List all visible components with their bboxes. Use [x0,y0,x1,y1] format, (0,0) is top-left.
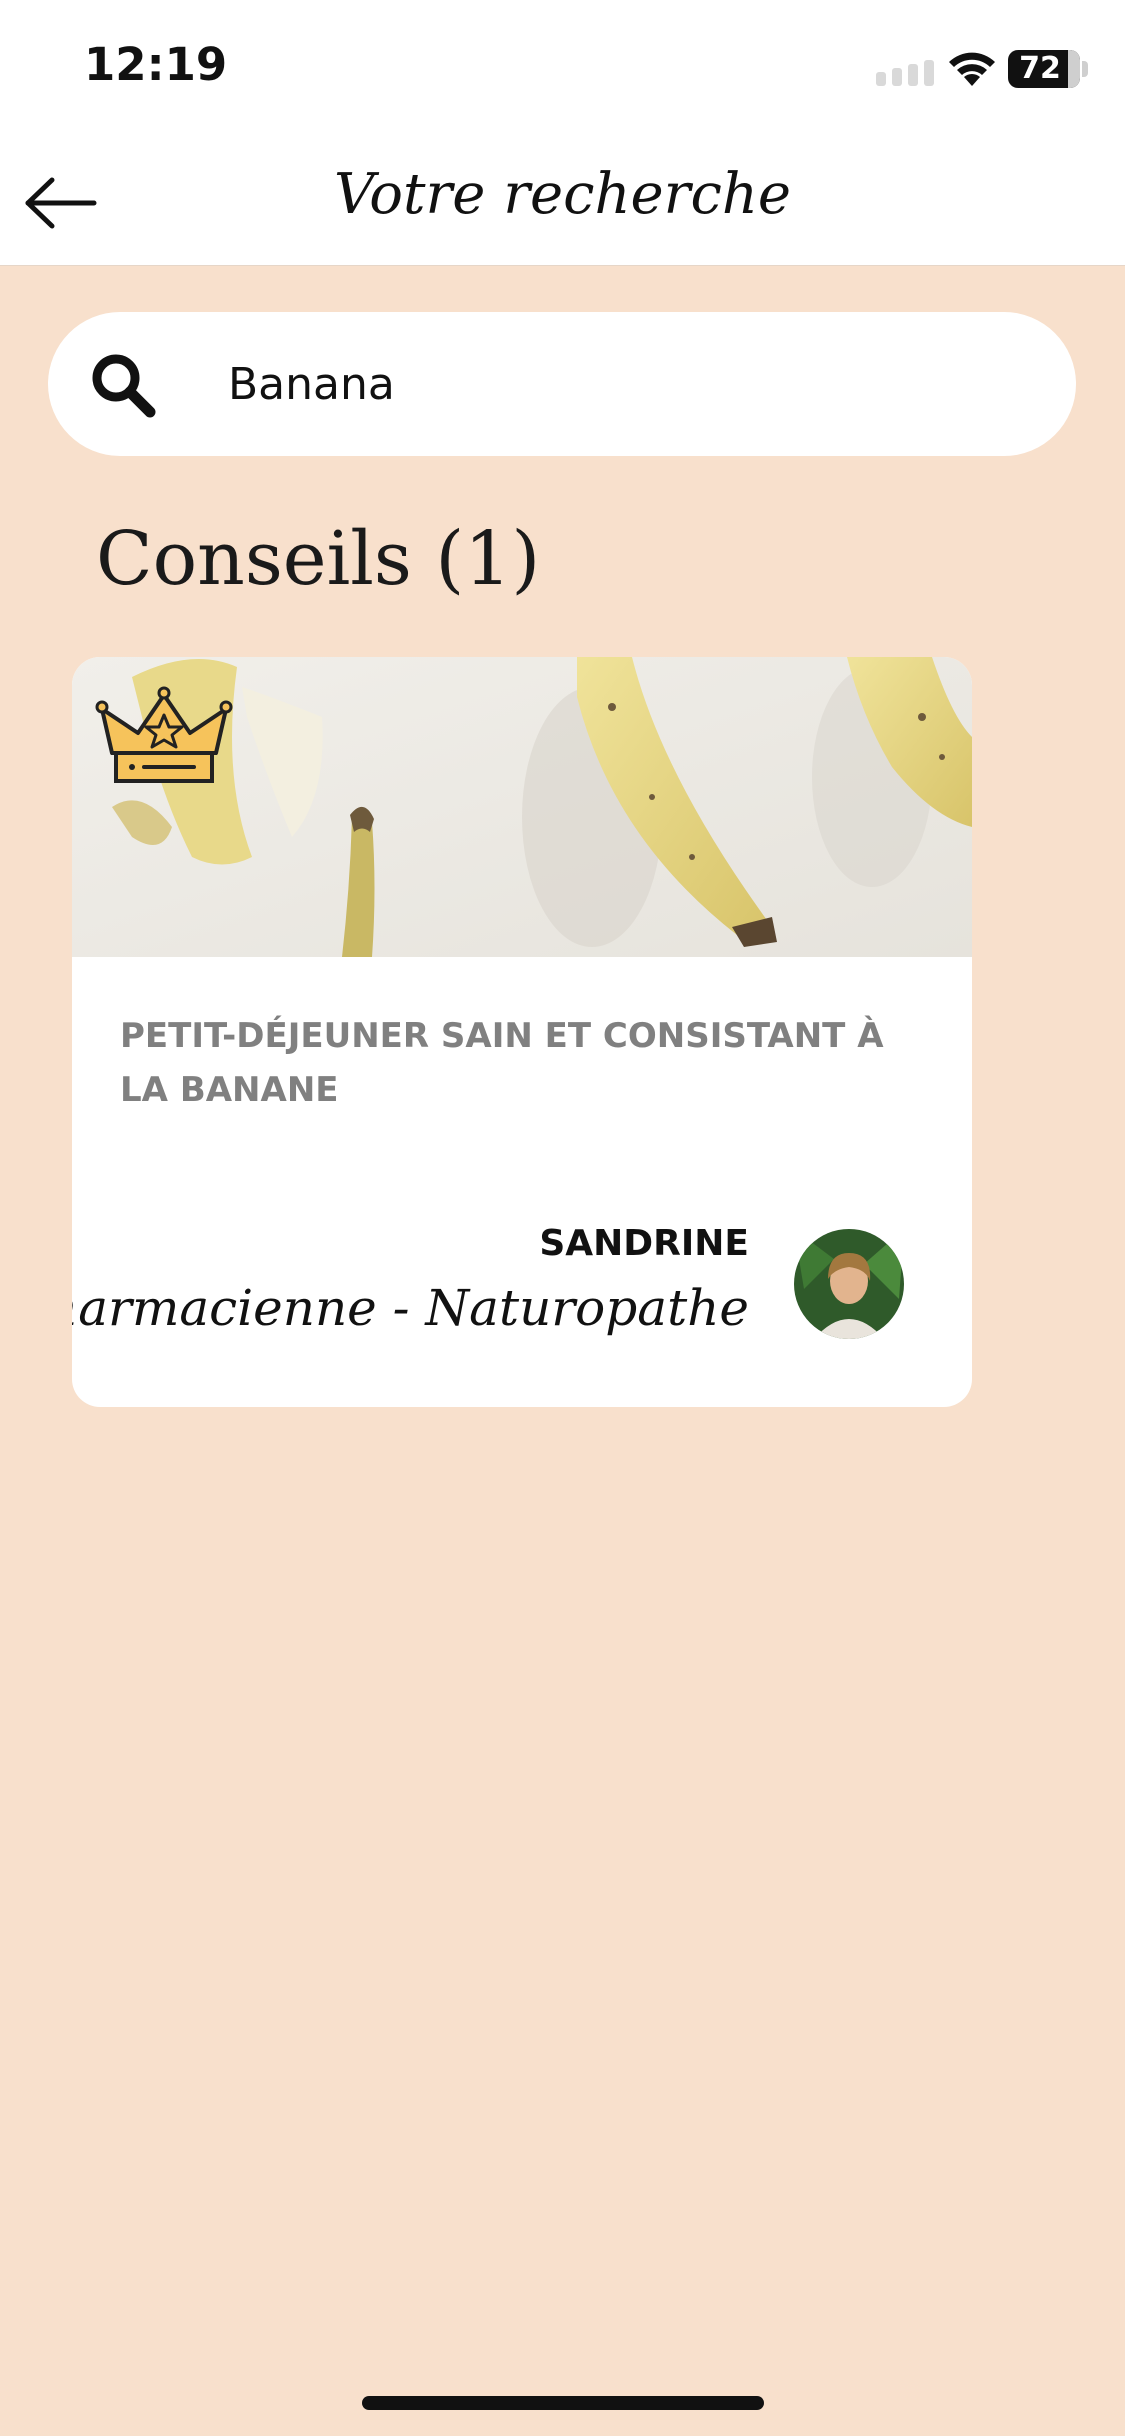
section-title: Conseils (1) [96,516,541,602]
battery-cap [1082,61,1088,77]
signal-icon [876,60,934,86]
page-title: Votre recherche [333,162,792,227]
search-input[interactable] [228,342,1028,426]
author-name: SANDRINE [539,1223,749,1264]
home-indicator [362,2396,764,2410]
header: Votre recherche [0,140,1125,266]
search-bar[interactable] [48,312,1076,456]
card-title: Petit-déjeuner sain et consistant à la b… [120,1016,884,1110]
battery-icon: 72 [1008,50,1080,88]
search-icon [92,354,156,418]
status-bar: 12:19 72 [0,0,1125,140]
author-role: Pharmacienne - Naturopathe [72,1279,749,1337]
status-time: 12:19 [84,38,228,91]
wifi-icon [949,52,995,86]
crown-icon [95,686,233,783]
battery-level: 72 [1019,51,1061,86]
advice-card[interactable]: Petit-déjeuner sain et consistant à la b… [72,657,972,1407]
avatar [794,1229,904,1339]
